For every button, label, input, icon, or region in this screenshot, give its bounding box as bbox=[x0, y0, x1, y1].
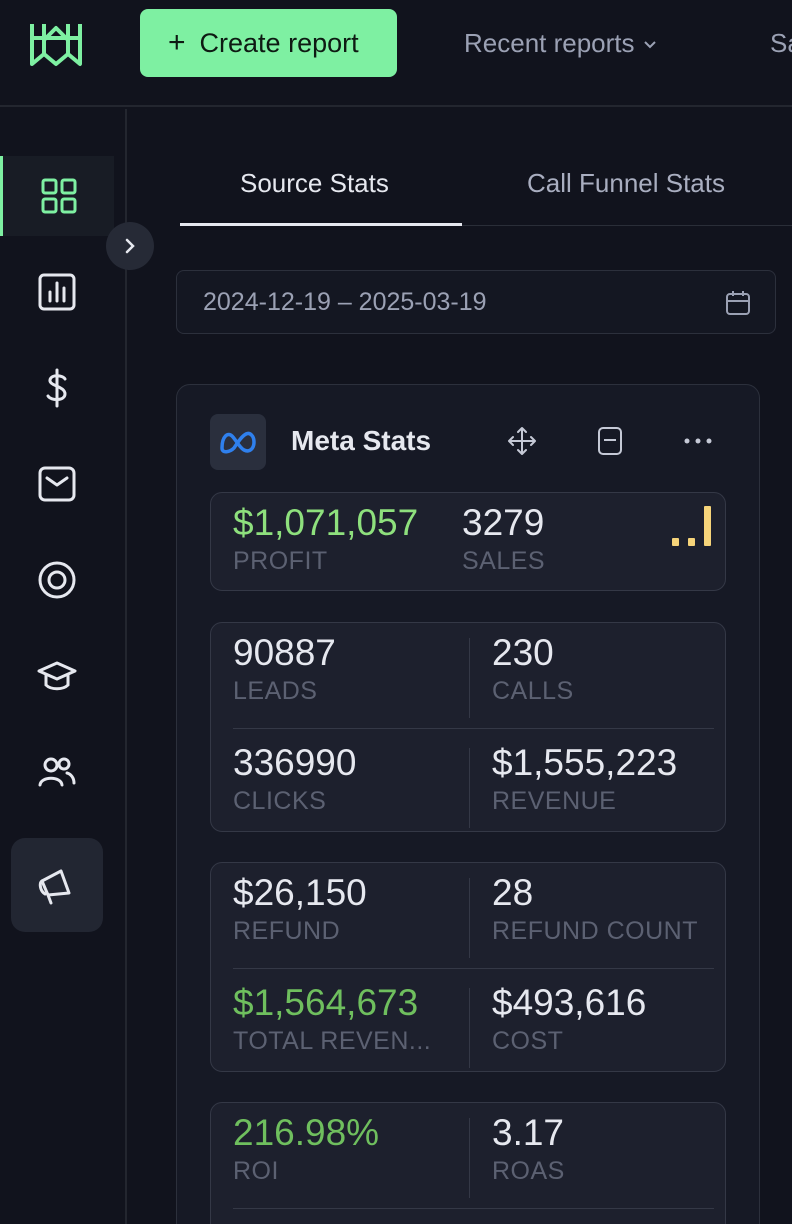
chevron-right-icon bbox=[125, 238, 135, 254]
notes-button[interactable] bbox=[593, 424, 627, 458]
divider bbox=[469, 1118, 470, 1198]
cost-label: COST bbox=[492, 1027, 564, 1055]
signal-bar bbox=[704, 506, 711, 546]
profit-value: $1,071,057 bbox=[233, 502, 419, 543]
clicks-label: CLICKS bbox=[233, 787, 327, 815]
refund-count-label: REFUND COUNT bbox=[492, 917, 698, 945]
dashboard-icon bbox=[41, 178, 76, 214]
divider bbox=[233, 1208, 714, 1209]
sidebar bbox=[0, 109, 127, 1224]
divider bbox=[469, 748, 470, 828]
clicks-value: 336990 bbox=[233, 742, 357, 783]
graduation-cap-icon bbox=[37, 661, 77, 691]
signal-strength-icon bbox=[672, 506, 714, 546]
chevron-down-icon bbox=[643, 40, 656, 48]
sidebar-item-finance[interactable] bbox=[0, 348, 114, 428]
signal-bar bbox=[688, 538, 695, 546]
card-title: Meta Stats bbox=[291, 425, 432, 456]
move-icon bbox=[508, 427, 536, 455]
revenue-label: REVENUE bbox=[492, 787, 617, 815]
sidebar-item-messages[interactable] bbox=[0, 444, 114, 524]
active-tab-indicator bbox=[180, 223, 462, 226]
roas-label: ROAS bbox=[492, 1157, 565, 1185]
divider bbox=[233, 728, 714, 729]
divider bbox=[469, 638, 470, 718]
plus-icon: + bbox=[168, 26, 186, 59]
sidebar-item-dashboard[interactable] bbox=[0, 156, 114, 236]
app-logo[interactable] bbox=[30, 18, 82, 68]
mail-icon bbox=[38, 466, 76, 502]
signal-bar bbox=[672, 538, 679, 546]
sidebar-item-goals[interactable] bbox=[0, 540, 114, 620]
calls-value: 230 bbox=[492, 632, 554, 673]
cost-value: $493,616 bbox=[492, 982, 647, 1023]
create-report-button[interactable]: + Create report bbox=[140, 9, 397, 77]
profit-label: PROFIT bbox=[233, 547, 328, 575]
total-revenue-label: TOTAL REVEN... bbox=[233, 1027, 432, 1055]
divider bbox=[233, 968, 714, 969]
sidebar-item-training[interactable] bbox=[0, 636, 114, 716]
calendar-icon bbox=[726, 291, 750, 315]
dollar-icon bbox=[46, 368, 67, 408]
target-icon bbox=[38, 561, 76, 599]
sales-label: SALES bbox=[462, 547, 546, 575]
tab-call-funnel-stats[interactable]: Call Funnel Stats bbox=[527, 168, 725, 199]
recent-reports-label: Recent reports bbox=[464, 28, 635, 58]
top-bar: + Create report Recent reports Sa bbox=[0, 0, 792, 107]
refund-count-value: 28 bbox=[492, 872, 534, 913]
roi-label: ROI bbox=[233, 1157, 279, 1185]
refund-value: $26,150 bbox=[233, 872, 367, 913]
sidebar-item-team[interactable] bbox=[0, 732, 114, 812]
roi-value: 216.98% bbox=[233, 1112, 380, 1153]
sidebar-expand-button[interactable] bbox=[106, 222, 154, 270]
tab-source-stats[interactable]: Source Stats bbox=[240, 168, 389, 199]
date-range-picker[interactable]: 2024-12-19 – 2025-03-19 bbox=[176, 270, 776, 334]
create-report-label: Create report bbox=[199, 27, 359, 58]
refund-label: REFUND bbox=[233, 917, 341, 945]
date-range-value: 2024-12-19 – 2025-03-19 bbox=[203, 287, 487, 316]
drag-handle[interactable] bbox=[505, 424, 539, 458]
document-icon bbox=[598, 427, 622, 455]
more-options-button[interactable] bbox=[681, 424, 715, 458]
sidebar-item-campaigns[interactable] bbox=[11, 838, 103, 932]
roas-value: 3.17 bbox=[492, 1112, 565, 1153]
divider bbox=[469, 988, 470, 1068]
more-horizontal-icon bbox=[684, 438, 712, 444]
megaphone-icon bbox=[38, 869, 71, 905]
meta-icon bbox=[220, 431, 256, 454]
calls-label: CALLS bbox=[492, 677, 574, 705]
revenue-value: $1,555,223 bbox=[492, 742, 678, 783]
users-icon bbox=[38, 757, 76, 787]
meta-logo bbox=[210, 414, 266, 470]
total-revenue-value: $1,564,673 bbox=[233, 982, 419, 1023]
divider bbox=[469, 878, 470, 958]
sales-value: 3279 bbox=[462, 502, 545, 543]
leads-value: 90887 bbox=[233, 632, 336, 673]
leads-label: LEADS bbox=[233, 677, 318, 705]
sidebar-item-reports[interactable] bbox=[0, 252, 114, 332]
chart-icon bbox=[38, 273, 76, 311]
nav-item-partial[interactable]: Sa bbox=[770, 28, 792, 59]
recent-reports-dropdown[interactable]: Recent reports bbox=[464, 28, 657, 59]
